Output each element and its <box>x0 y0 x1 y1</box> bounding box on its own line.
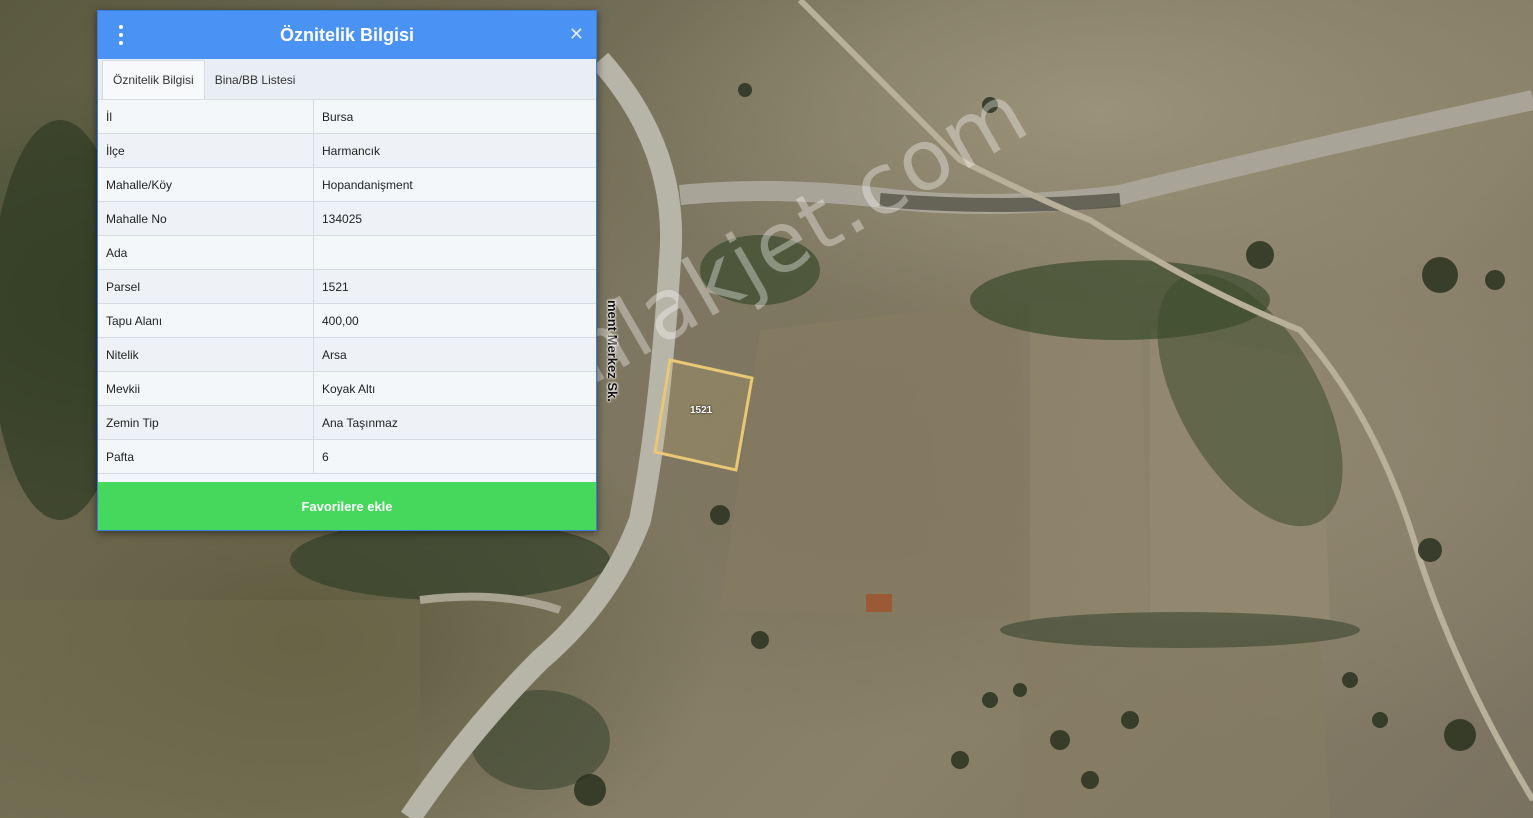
panel-header: Öznitelik Bilgisi ✕ <box>98 11 596 59</box>
row-value: 134025 <box>313 201 596 236</box>
tab-attribute-info[interactable]: Öznitelik Bilgisi <box>102 60 205 99</box>
row-value: Ana Taşınmaz <box>313 405 596 440</box>
table-row: Pafta 6 <box>98 439 596 474</box>
row-value: Koyak Altı <box>313 371 596 406</box>
attribute-table: İl Bursa İlçe Harmancık Mahalle/Köy Hopanda… <box>98 100 596 474</box>
table-row: İlçe Harmancık <box>98 133 596 168</box>
panel-tabs: Öznitelik Bilgisi Bina/BB Listesi <box>98 59 596 100</box>
row-value <box>313 235 596 270</box>
row-value: Harmancık <box>313 133 596 168</box>
table-row: Mevkii Koyak Altı <box>98 371 596 406</box>
row-key: Mahalle/Köy <box>98 167 314 202</box>
row-value: 400,00 <box>313 303 596 338</box>
row-value: Arsa <box>313 337 596 372</box>
row-value: 1521 <box>313 269 596 304</box>
attribute-info-panel: Öznitelik Bilgisi ✕ Öznitelik Bilgisi Bi… <box>97 10 597 531</box>
table-row: Tapu Alanı 400,00 <box>98 303 596 338</box>
row-key: Zemin Tip <box>98 405 314 440</box>
tab-building-list[interactable]: Bina/BB Listesi <box>205 61 306 99</box>
close-icon[interactable]: ✕ <box>569 24 584 44</box>
row-key: İl <box>98 100 314 134</box>
table-row: Mahalle No 134025 <box>98 201 596 236</box>
row-key: Mahalle No <box>98 201 314 236</box>
row-key: Pafta <box>98 439 314 474</box>
parcel-number-label: 1521 <box>690 405 713 416</box>
row-value: Hopandanişment <box>313 167 596 202</box>
table-row: Zemin Tip Ana Taşınmaz <box>98 405 596 440</box>
vertical-dots-icon[interactable] <box>116 25 126 45</box>
table-row: İl Bursa <box>98 100 596 134</box>
table-row: Nitelik Arsa <box>98 337 596 372</box>
table-row: Ada <box>98 235 596 270</box>
row-key: Nitelik <box>98 337 314 372</box>
table-row: Mahalle/Köy Hopandanişment <box>98 167 596 202</box>
row-key: Mevkii <box>98 371 314 406</box>
row-value: Bursa <box>313 100 596 134</box>
row-key: Parsel <box>98 269 314 304</box>
add-to-favorites-button[interactable]: Favorilere ekle <box>98 482 596 530</box>
row-key: İlçe <box>98 133 314 168</box>
panel-title: Öznitelik Bilgisi <box>279 24 415 45</box>
table-row: Parsel 1521 <box>98 269 596 304</box>
row-key: Ada <box>98 235 314 270</box>
row-key: Tapu Alanı <box>98 303 314 338</box>
row-value: 6 <box>313 439 596 474</box>
